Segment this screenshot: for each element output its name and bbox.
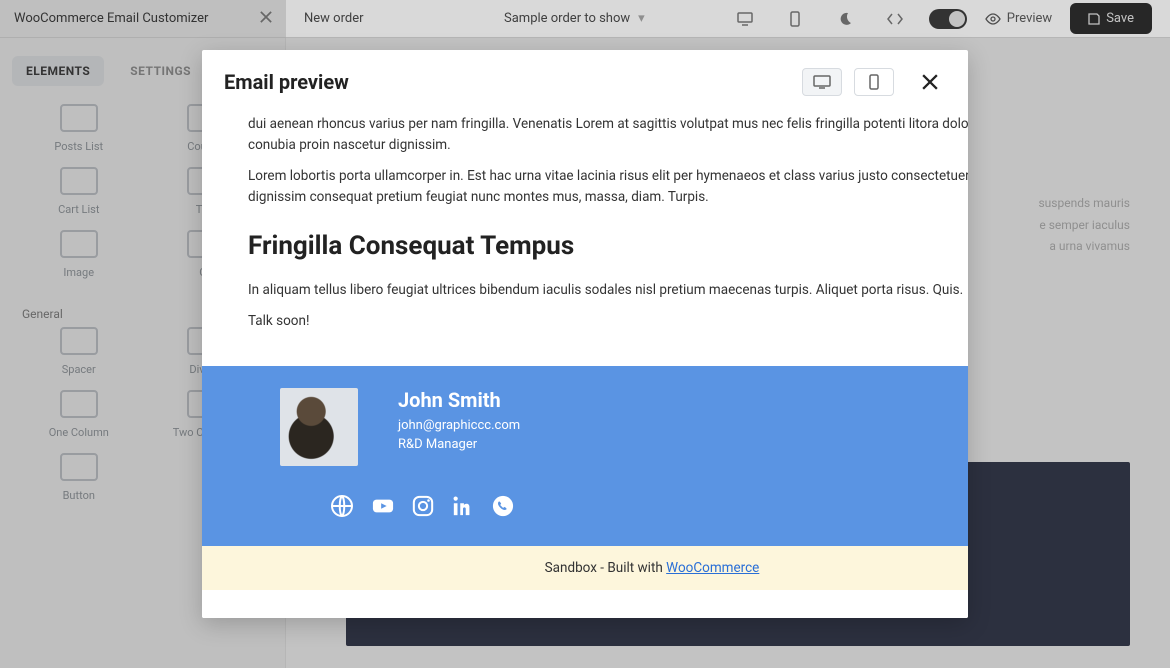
footer-link[interactable]: WooCommerce xyxy=(666,560,759,576)
email-preview-modal: Email preview dui aenean rhoncus varius … xyxy=(202,50,968,618)
modal-close-button[interactable] xyxy=(914,66,946,98)
signature-email: john@graphiccc.com xyxy=(398,416,520,436)
modal-header: Email preview xyxy=(202,50,968,114)
youtube-icon[interactable] xyxy=(372,495,394,521)
email-closing: Talk soon! xyxy=(248,311,968,332)
modal-overlay: Email preview dui aenean rhoncus varius … xyxy=(0,0,1170,668)
monitor-icon xyxy=(813,75,831,89)
signature-role: R&D Manager xyxy=(398,435,520,455)
email-heading: Fringilla Consequat Tempus xyxy=(248,226,968,266)
avatar xyxy=(280,388,358,466)
instagram-icon[interactable] xyxy=(412,495,434,521)
email-paragraph: Lorem lobortis porta ullamcorper in. Est… xyxy=(248,166,968,208)
email-signature: John Smith john@graphiccc.com R&D Manage… xyxy=(202,366,968,546)
email-paragraph: In aliquam tellus libero feugiat ultrice… xyxy=(248,280,968,301)
modal-body-scroll[interactable]: dui aenean rhoncus varius per nam fringi… xyxy=(202,114,968,618)
device-mobile-button[interactable] xyxy=(854,68,894,96)
linkedin-icon[interactable] xyxy=(452,495,474,521)
modal-title: Email preview xyxy=(224,70,790,94)
email-paragraph: dui aenean rhoncus varius per nam fringi… xyxy=(248,114,968,156)
device-desktop-button[interactable] xyxy=(802,68,842,96)
signature-name: John Smith xyxy=(398,388,520,412)
globe-icon[interactable] xyxy=(330,494,354,522)
x-icon xyxy=(922,74,938,90)
email-footer: Sandbox - Built with WooCommerce xyxy=(202,546,968,590)
email-content: dui aenean rhoncus varius per nam fringi… xyxy=(202,114,968,618)
whatsapp-icon[interactable] xyxy=(492,495,514,521)
mobile-icon xyxy=(869,74,879,90)
footer-text: Sandbox - Built with xyxy=(545,560,667,576)
